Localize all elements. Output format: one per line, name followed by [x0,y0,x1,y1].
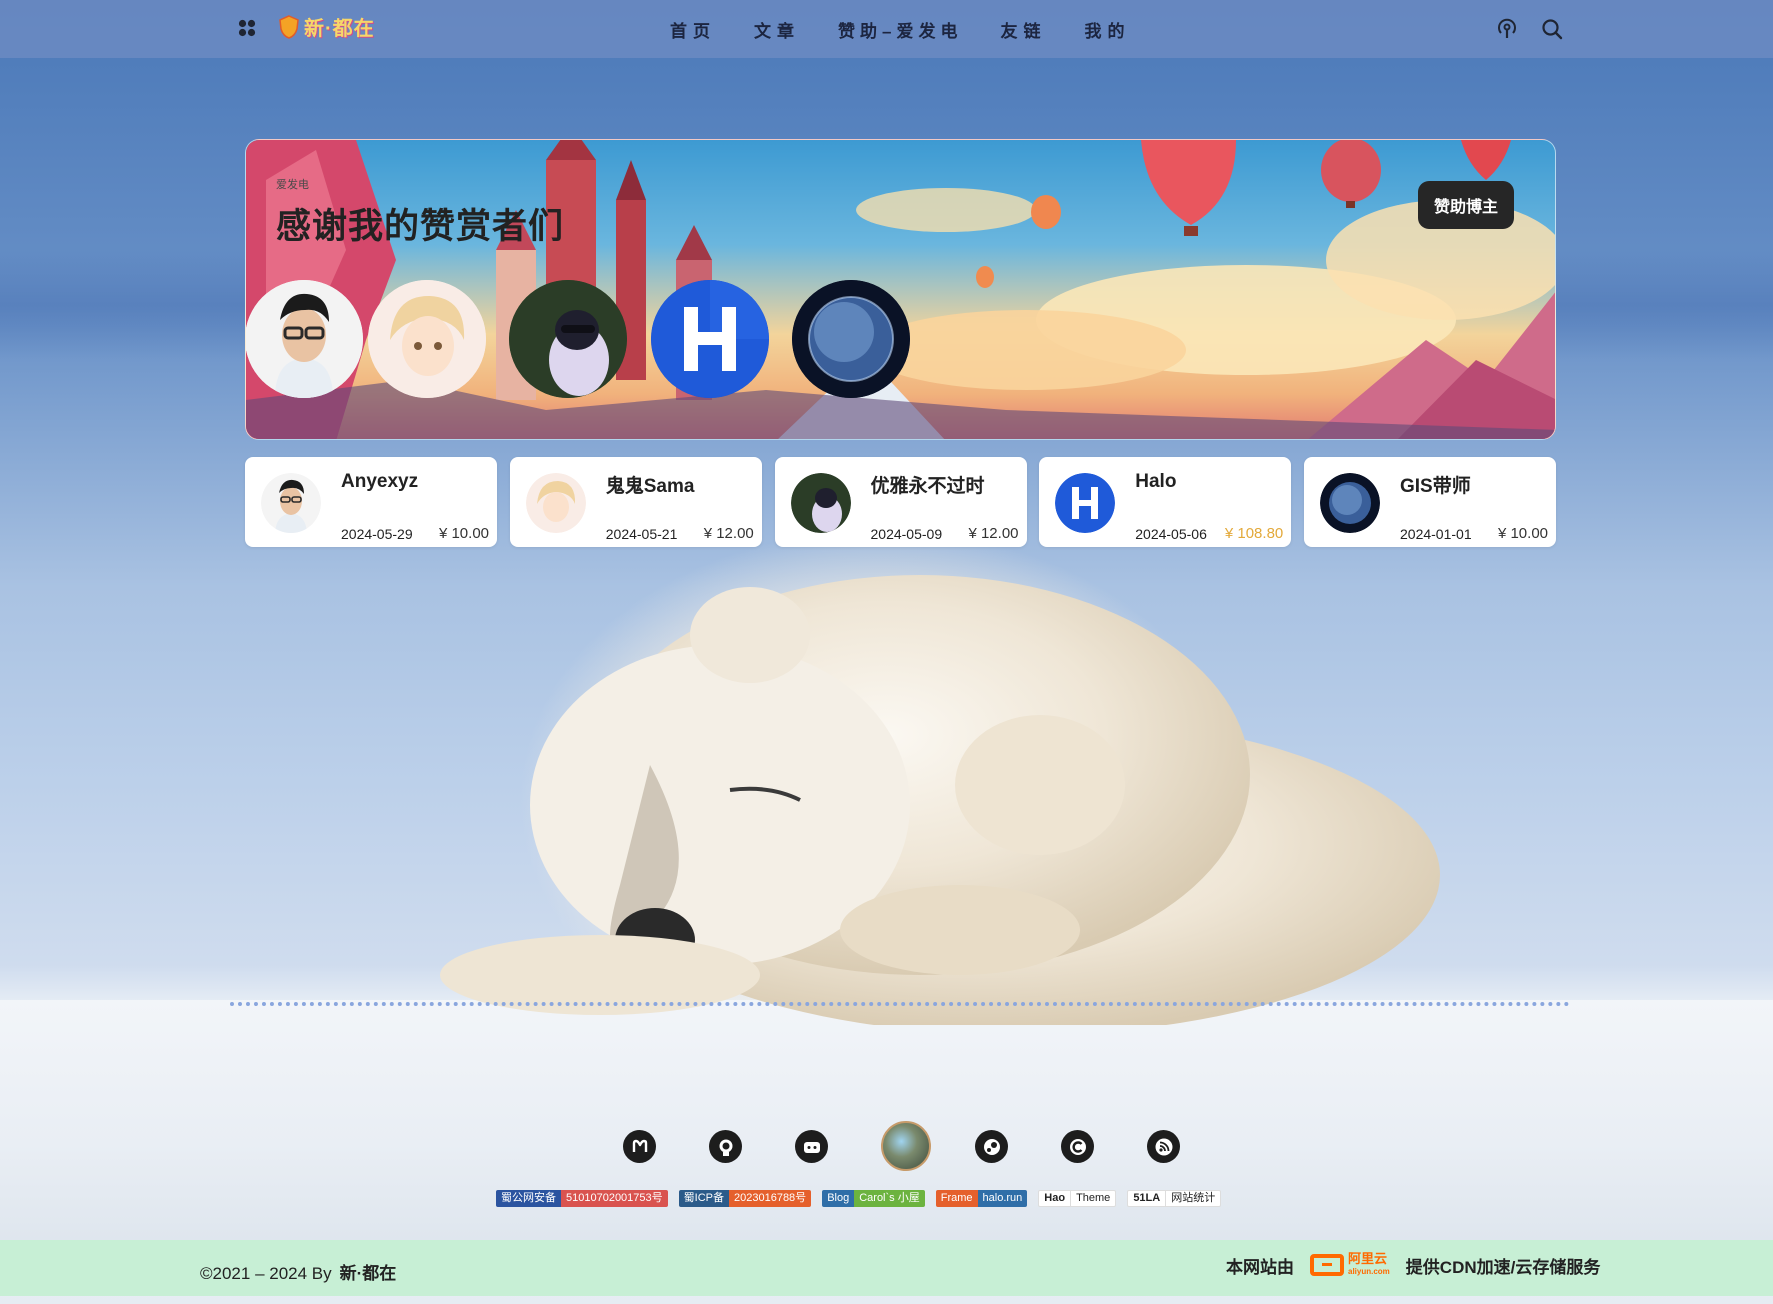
badge-value: 网站统计 [1165,1191,1220,1206]
sponsor-avatar-large[interactable] [792,280,910,398]
sponsor-card[interactable]: GIS带师 2024-01-01 ¥ 10.00 [1304,457,1556,547]
sponsor-name: GIS带师 [1400,476,1471,497]
sponsor-avatar [790,473,851,533]
shield-logo-icon [279,14,299,39]
sponsor-name: 鬼鬼Sama [605,476,695,497]
banner-subtitle: 爱发电 [276,179,309,191]
footer-author-link[interactable]: 新·都在 [340,1264,397,1283]
icp-badge[interactable]: 蜀ICP备 2023016788号 [678,1190,812,1207]
sponsor-avatar [261,473,321,533]
badge-label: Blog [822,1190,855,1207]
aliyun-en: aliyun.com [1348,1267,1390,1276]
sponsor-avatar-large[interactable] [509,280,627,398]
footer-badges: 蜀公网安备 51010702001753号 蜀ICP备 2023016788号 … [496,1190,1222,1207]
badge-label: 蜀ICP备 [678,1190,729,1207]
badge-value: 2023016788号 [729,1190,812,1207]
sponsor-avatar [525,473,586,533]
badge-value: Theme [1070,1191,1115,1206]
apps-grid-icon[interactable] [238,19,256,37]
sponsor-name: Anyexyz [341,471,419,492]
nav-links[interactable]: 友链 [1000,17,1046,42]
main-nav: 首页 文章 赞助–爱发电 友链 我的 [670,17,1168,42]
top-navigation-bar: 新·都在 首页 文章 赞助–爱发电 友链 我的 [0,0,1773,58]
csdn-icon[interactable] [1061,1130,1094,1163]
sponsor-amount: ¥ 108.80 [1224,525,1284,542]
bilibili-icon[interactable] [795,1130,828,1163]
github-icon[interactable] [709,1130,742,1163]
sponsor-name: Halo [1135,471,1177,492]
nav-sponsor[interactable]: 赞助–爱发电 [838,17,962,42]
site-footer: ©2021 – 2024 By 新·都在 本网站由 阿里云 aliyun.com … [0,1240,1773,1296]
sponsor-amount: ¥ 12.00 [703,525,754,542]
aliyun-logo[interactable]: 阿里云 aliyun.com [1310,1252,1390,1278]
badge-value: 51010702001753号 [561,1190,668,1207]
hosting-suffix: 提供CDN加速/云存储服务 [1405,1257,1601,1277]
hosting-info: 本网站由 阿里云 aliyun.com 提供CDN加速/云存储服务 [1226,1252,1600,1278]
rss-icon[interactable] [1147,1130,1180,1163]
podcast-icon[interactable] [1495,17,1519,41]
sponsor-avatar [1320,473,1380,533]
sponsor-avatar [1055,473,1116,533]
nav-mine[interactable]: 我的 [1084,17,1130,42]
sponsor-card[interactable]: 优雅永不过时 2024-05-09 ¥ 12.00 [774,457,1027,547]
sponsor-card[interactable]: 鬼鬼Sama 2024-05-21 ¥ 12.00 [509,457,762,547]
search-icon[interactable] [1540,17,1564,41]
avatar-globe[interactable] [881,1121,931,1171]
blog-badge[interactable]: Blog Carol`s 小屋 [822,1190,925,1207]
site-logo[interactable]: 新·都在 [278,12,375,41]
badge-value: halo.run [977,1190,1028,1207]
sponsor-amount: ¥ 10.00 [1497,525,1548,542]
copyright-text: ©2021 – 2024 By [200,1264,332,1283]
badge-value: Carol`s 小屋 [854,1190,925,1207]
aliyun-icon [1310,1254,1344,1276]
aliyun-cn: 阿里云 [1348,1251,1388,1266]
logo-text: 新·都在 [304,18,375,40]
sponsor-list: Anyexyz 2024-05-29 ¥ 10.00 鬼鬼Sama 2024-0… [245,457,1556,547]
stats-badge[interactable]: 51LA 网站统计 [1127,1190,1222,1207]
section-divider [230,1002,1570,1006]
nav-articles[interactable]: 文章 [754,17,800,42]
sponsor-date: 2024-01-01 [1400,526,1472,542]
sponsor-banner: 爱发电 感谢我的赞赏者们 赞助博主 [245,139,1556,440]
hosting-prefix: 本网站由 [1226,1257,1294,1277]
badge-label: 51LA [1133,1192,1161,1204]
mastodon-icon[interactable] [623,1130,656,1163]
badge-label: 蜀公网安备 [496,1190,561,1207]
sponsor-date: 2024-05-06 [1135,526,1207,542]
aliyun-text: 阿里云 aliyun.com [1348,1252,1390,1278]
sponsor-date: 2024-05-21 [605,526,678,542]
sponsor-card[interactable]: Anyexyz 2024-05-29 ¥ 10.00 [245,457,497,547]
copyright: ©2021 – 2024 By 新·都在 [200,1259,396,1284]
sponsor-avatar-large[interactable] [246,280,363,398]
theme-badge[interactable]: Hao Theme [1038,1190,1117,1207]
badge-label: Hao [1044,1192,1066,1204]
sponsor-button[interactable]: 赞助博主 [1418,181,1514,229]
banner-title: 感谢我的赞赏者们 [276,207,565,246]
nav-home[interactable]: 首页 [670,17,716,42]
badge-label: Frame [935,1190,978,1207]
sponsor-amount: ¥ 10.00 [438,525,489,542]
sponsor-name: 优雅永不过时 [870,476,985,497]
sponsor-amount: ¥ 12.00 [968,525,1019,542]
steam-icon[interactable] [975,1130,1008,1163]
sponsor-avatar-large[interactable] [651,280,769,398]
polar-bear-image [440,575,1440,1025]
sponsor-date: 2024-05-09 [870,526,943,542]
sponsor-avatar-large[interactable] [368,280,486,398]
sponsor-date: 2024-05-29 [341,526,413,542]
frame-badge[interactable]: Frame halo.run [935,1190,1028,1207]
social-links [623,1121,1180,1171]
sponsor-card[interactable]: Halo 2024-05-06 ¥ 108.80 [1039,457,1292,547]
police-badge[interactable]: 蜀公网安备 51010702001753号 [496,1190,668,1207]
